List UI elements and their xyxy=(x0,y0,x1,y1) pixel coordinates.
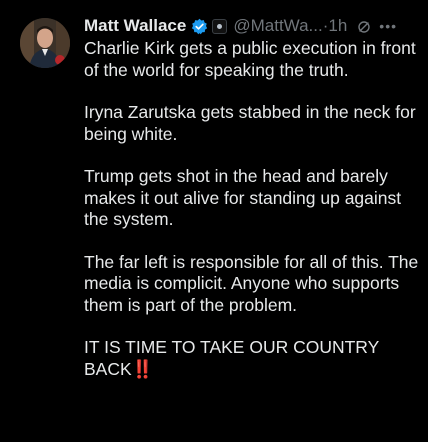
post-time[interactable]: 1h xyxy=(328,16,347,36)
post-paragraph: The far left is responsible for all of t… xyxy=(84,251,419,315)
verified-badge-icon xyxy=(191,18,208,35)
affiliate-badge-icon[interactable] xyxy=(212,18,228,34)
post-paragraph: Trump gets shot in the head and barely m… xyxy=(84,166,402,229)
author-handle[interactable]: @MattWa... xyxy=(233,16,322,36)
post-header: Matt Wallace @MattWa... · 1h ••• xyxy=(84,14,420,38)
post-final-line: IT IS TIME TO TAKE OUR COUNTRY BACK‼️ xyxy=(84,337,424,380)
post-paragraph: Iryna Zarutska gets stabbed in the neck … xyxy=(84,102,416,144)
final-line-text: IT IS TIME TO TAKE OUR COUNTRY BACK xyxy=(84,337,379,379)
grok-icon[interactable] xyxy=(357,19,371,33)
avatar[interactable] xyxy=(20,18,70,68)
post: Matt Wallace @MattWa... · 1h ••• Charlie… xyxy=(0,0,428,442)
post-paragraph: Charlie Kirk gets a public execution in … xyxy=(84,38,416,80)
more-options-icon[interactable]: ••• xyxy=(379,18,397,34)
double-exclamation-emoji: ‼️ xyxy=(131,358,154,379)
post-body: Charlie Kirk gets a public execution in … xyxy=(84,38,424,401)
author-name[interactable]: Matt Wallace xyxy=(84,16,186,36)
